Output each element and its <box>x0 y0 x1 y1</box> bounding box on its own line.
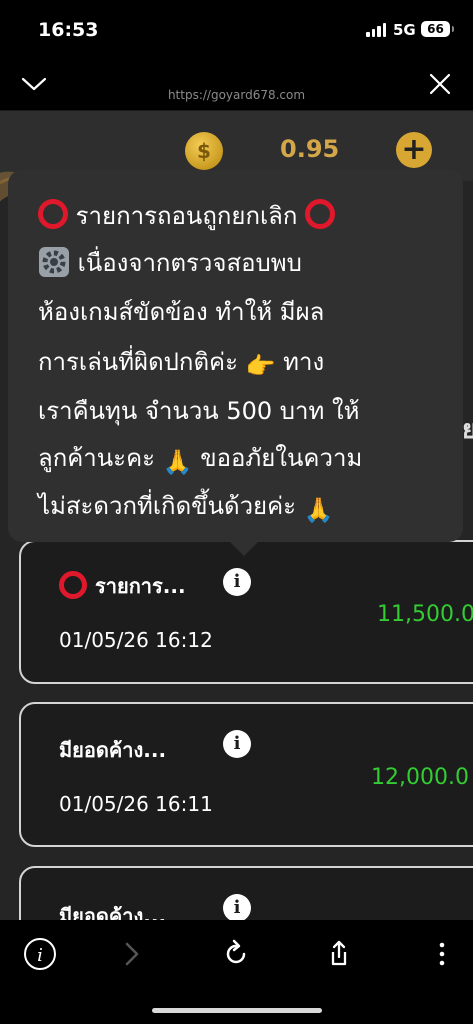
tooltip-line: เนื่องจากตรวจสอบพบ <box>38 243 302 282</box>
pointing-hand-icon: 👉 <box>245 352 276 380</box>
cancel-ring-icon <box>38 199 68 229</box>
cancel-ring-icon <box>305 199 336 229</box>
transaction-date: 01/05/26 16:12 <box>59 628 213 652</box>
svg-text:i: i <box>37 945 43 966</box>
network-type: 5G <box>393 21 416 39</box>
wallet-balance: 0.95 <box>280 135 340 163</box>
transaction-card[interactable]: รายการ... i 01/05/26 16:12 11,500.0 <box>19 540 473 684</box>
info-icon[interactable]: i <box>223 568 251 596</box>
info-icon[interactable]: i <box>223 894 251 920</box>
praying-hands-icon: 🙏 <box>303 496 334 524</box>
cancel-ring-icon <box>59 571 87 599</box>
praying-hands-icon: 🙏 <box>162 448 193 476</box>
more-vertical-icon[interactable] <box>422 934 462 974</box>
info-icon[interactable]: i <box>223 730 251 758</box>
tooltip-line: รายการถอนถูกยกเลิก <box>38 196 336 235</box>
add-funds-button[interactable]: + <box>396 132 432 168</box>
info-circle-icon[interactable]: i <box>20 934 60 974</box>
transaction-title: มียอดค้าง... <box>59 738 167 762</box>
cancel-reason-tooltip: รายการถอนถูกยกเลิก เนื่องจากตรวจสอบพบ ห้… <box>8 170 463 556</box>
transaction-card[interactable]: มียอดค้าง... i <box>19 866 473 920</box>
transaction-amount: 12,000.0 <box>371 765 469 790</box>
close-icon[interactable] <box>426 70 454 98</box>
transaction-card[interactable]: มียอดค้าง... i 01/05/26 16:11 12,000.0 <box>19 702 473 847</box>
reload-icon[interactable] <box>216 934 256 974</box>
forward-arrow-icon[interactable] <box>112 934 152 974</box>
url-label: https://goyard678.com <box>167 88 306 102</box>
status-bar: 16:53 5G 66 <box>0 0 473 62</box>
transaction-amount: 11,500.0 <box>377 602 473 627</box>
home-indicator <box>152 1008 322 1013</box>
tooltip-line: การเล่นที่ผิดปกติค่ะ 👉 ทาง <box>38 348 325 380</box>
tooltip-line: ลูกค้านะคะ 🙏 ขออภัยในความ <box>38 444 363 476</box>
browser-bar: https://goyard678.com <box>0 62 473 111</box>
battery-icon: 66 <box>421 21 454 37</box>
gear-icon <box>39 247 69 277</box>
transaction-title: รายการ... <box>59 570 186 602</box>
tooltip-line: ห้องเกมส์ขัดข้อง ทำให้ มีผล <box>38 298 325 326</box>
status-time: 16:53 <box>38 19 99 41</box>
tooltip-line: เราคืนทุน จำนวน 500 บาท ให้ <box>38 397 360 425</box>
transaction-date: 01/05/26 16:11 <box>59 792 213 816</box>
tooltip-line: ไม่สะดวกที่เกิดขึ้นด้วยค่ะ 🙏 <box>38 492 334 524</box>
side-text-fragment: ย <box>462 415 473 445</box>
signal-icon <box>366 23 386 37</box>
transaction-title: มียอดค้าง... <box>59 904 167 920</box>
coin-icon: $ <box>185 132 223 170</box>
share-icon[interactable] <box>319 934 359 974</box>
